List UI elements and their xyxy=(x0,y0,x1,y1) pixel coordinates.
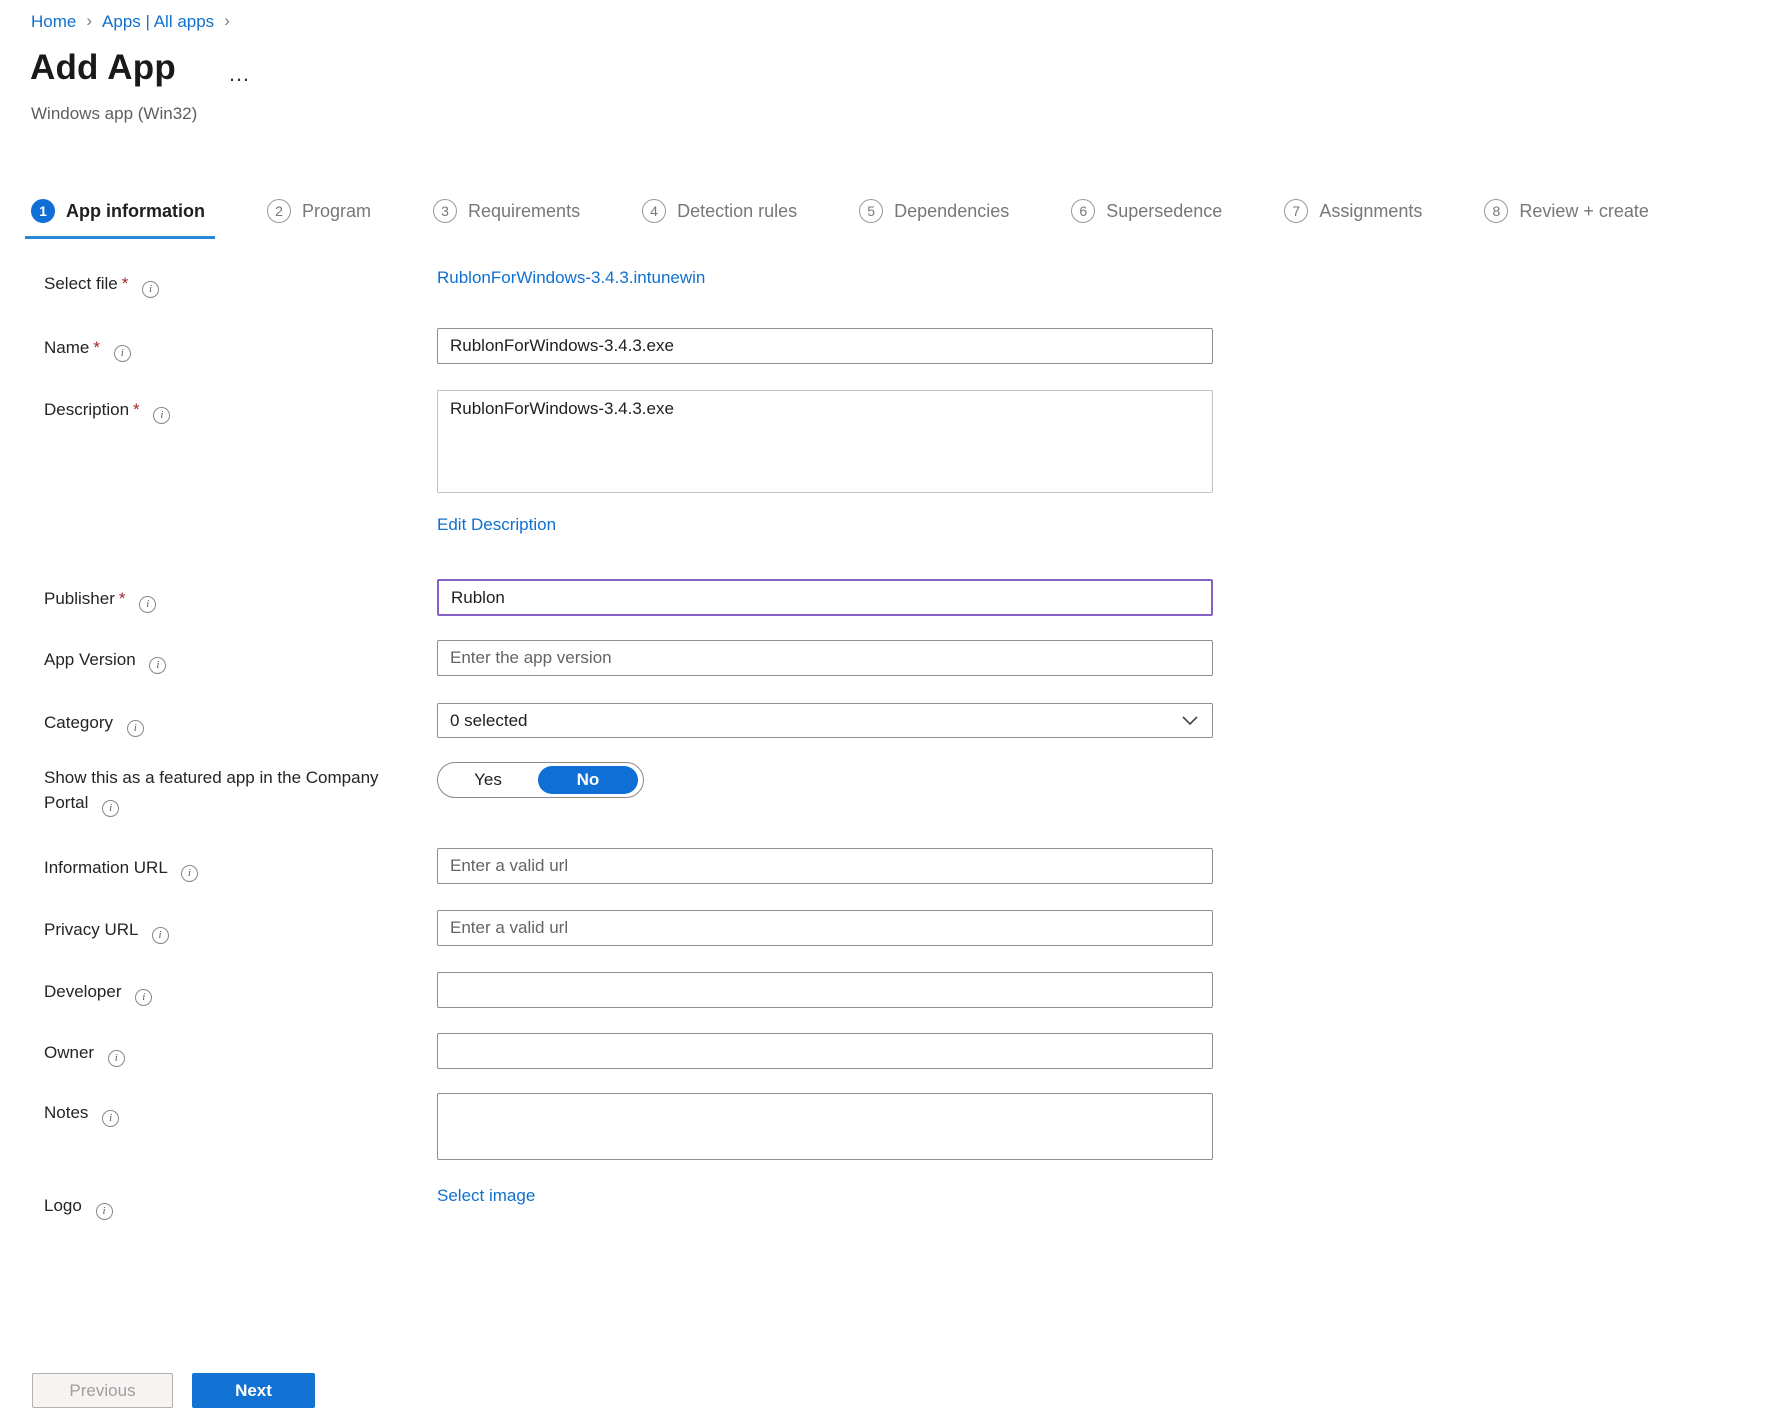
featured-toggle[interactable]: Yes No xyxy=(437,762,644,798)
owner-input[interactable] xyxy=(437,1033,1213,1069)
toggle-option-yes[interactable]: Yes xyxy=(438,763,538,797)
step-label: Supersedence xyxy=(1106,201,1222,222)
category-label: Category i xyxy=(44,710,389,737)
required-marker: * xyxy=(122,274,129,293)
app-version-label: App Version i xyxy=(44,647,389,674)
category-selected-value: 0 selected xyxy=(450,711,528,731)
category-select[interactable]: 0 selected xyxy=(437,703,1213,738)
publisher-label: Publisher* i xyxy=(44,586,389,613)
privacy-url-input[interactable] xyxy=(437,910,1213,946)
publisher-input[interactable] xyxy=(437,579,1213,616)
privacy-url-label: Privacy URL i xyxy=(44,917,389,944)
required-marker: * xyxy=(93,338,100,357)
logo-label: Logo i xyxy=(44,1193,389,1220)
step-number-badge: 8 xyxy=(1484,199,1508,223)
developer-label: Developer i xyxy=(44,979,389,1006)
breadcrumb-chevron-icon: › xyxy=(86,11,92,31)
developer-input[interactable] xyxy=(437,972,1213,1008)
name-input[interactable] xyxy=(437,328,1213,364)
step-detection-rules[interactable]: 4 Detection rules xyxy=(636,199,807,239)
info-icon[interactable]: i xyxy=(181,865,198,882)
step-supersedence[interactable]: 6 Supersedence xyxy=(1065,199,1232,239)
step-label: App information xyxy=(66,201,205,222)
step-label: Requirements xyxy=(468,201,580,222)
step-number-badge: 5 xyxy=(859,199,883,223)
wizard-steps: 1 App information 2 Program 3 Requiremen… xyxy=(25,199,1705,239)
chevron-down-icon xyxy=(1182,716,1198,726)
info-icon[interactable]: i xyxy=(108,1050,125,1067)
info-icon[interactable]: i xyxy=(102,800,119,817)
step-number-badge: 3 xyxy=(433,199,457,223)
next-button[interactable]: Next xyxy=(192,1373,315,1408)
step-label: Assignments xyxy=(1319,201,1422,222)
page-title: Add App xyxy=(30,48,176,88)
page-subtitle: Windows app (Win32) xyxy=(31,104,197,124)
breadcrumb-home-link[interactable]: Home xyxy=(31,12,76,32)
step-number-badge: 1 xyxy=(31,199,55,223)
breadcrumb-all-apps-link[interactable]: Apps | All apps xyxy=(102,12,214,32)
info-icon[interactable]: i xyxy=(102,1110,119,1127)
required-marker: * xyxy=(119,589,126,608)
more-menu-button[interactable]: … xyxy=(222,62,258,86)
select-file-link[interactable]: RublonForWindows-3.4.3.intunewin xyxy=(437,268,705,288)
step-review-create[interactable]: 8 Review + create xyxy=(1478,199,1659,239)
description-textarea[interactable]: RublonForWindows-3.4.3.exe xyxy=(437,390,1213,493)
previous-button[interactable]: Previous xyxy=(32,1373,173,1408)
select-file-label: Select file* i xyxy=(44,271,389,298)
info-icon[interactable]: i xyxy=(127,720,144,737)
step-label: Dependencies xyxy=(894,201,1009,222)
info-icon[interactable]: i xyxy=(96,1203,113,1220)
information-url-label: Information URL i xyxy=(44,855,389,882)
breadcrumb-chevron-icon: › xyxy=(224,11,230,31)
info-icon[interactable]: i xyxy=(149,657,166,674)
step-label: Review + create xyxy=(1519,201,1649,222)
edit-description-link[interactable]: Edit Description xyxy=(437,515,556,535)
step-program[interactable]: 2 Program xyxy=(261,199,381,239)
step-number-badge: 4 xyxy=(642,199,666,223)
step-assignments[interactable]: 7 Assignments xyxy=(1278,199,1432,239)
step-number-badge: 6 xyxy=(1071,199,1095,223)
info-icon[interactable]: i xyxy=(139,596,156,613)
info-icon[interactable]: i xyxy=(114,345,131,362)
description-label: Description* i xyxy=(44,397,389,424)
info-icon[interactable]: i xyxy=(135,989,152,1006)
information-url-input[interactable] xyxy=(437,848,1213,884)
step-number-badge: 7 xyxy=(1284,199,1308,223)
required-marker: * xyxy=(133,400,140,419)
toggle-option-no[interactable]: No xyxy=(538,766,638,794)
add-app-page: Home › Apps | All apps › Add App … Windo… xyxy=(0,0,1785,1426)
info-icon[interactable]: i xyxy=(153,407,170,424)
owner-label: Owner i xyxy=(44,1040,389,1067)
step-requirements[interactable]: 3 Requirements xyxy=(427,199,590,239)
step-app-information[interactable]: 1 App information xyxy=(25,199,215,239)
notes-textarea[interactable] xyxy=(437,1093,1213,1160)
featured-label: Show this as a featured app in the Compa… xyxy=(44,765,389,817)
breadcrumb: Home › Apps | All apps › xyxy=(31,12,230,32)
app-version-input[interactable] xyxy=(437,640,1213,676)
info-icon[interactable]: i xyxy=(152,927,169,944)
notes-label: Notes i xyxy=(44,1100,389,1127)
step-label: Detection rules xyxy=(677,201,797,222)
step-dependencies[interactable]: 5 Dependencies xyxy=(853,199,1019,239)
step-label: Program xyxy=(302,201,371,222)
select-image-link[interactable]: Select image xyxy=(437,1186,535,1206)
name-label: Name* i xyxy=(44,335,389,362)
info-icon[interactable]: i xyxy=(142,281,159,298)
step-number-badge: 2 xyxy=(267,199,291,223)
